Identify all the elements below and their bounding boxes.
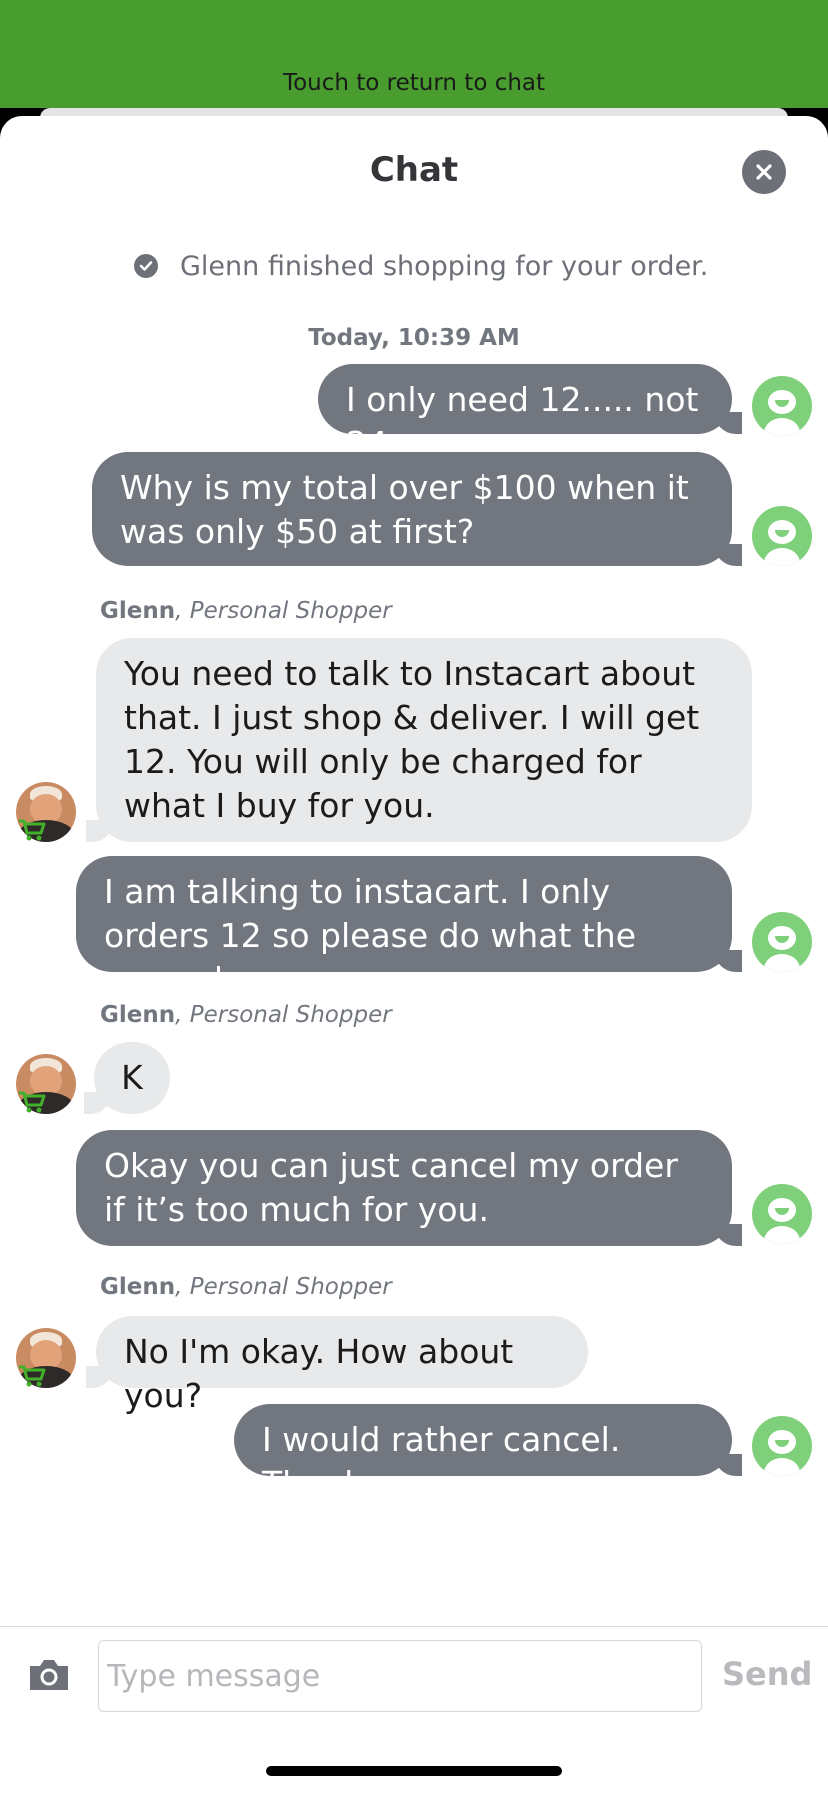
user-avatar (752, 506, 812, 566)
sender-role: , Personal Shopper (175, 1274, 392, 1300)
message-bubble-outgoing[interactable]: Why is my total over $100 when it was on… (92, 452, 742, 566)
cart-icon (19, 1365, 46, 1387)
message-bubble-outgoing[interactable]: I am talking to instacart. I only orders… (76, 856, 742, 999)
sender-name: Glenn (100, 1274, 176, 1300)
sender-role: , Personal Shopper (175, 1002, 392, 1028)
sender-role: , Personal Shopper (175, 598, 392, 624)
return-to-chat-banner[interactable]: Touch to return to chat (0, 0, 828, 108)
message-bubble-outgoing[interactable]: I only need 12..... not 24 (318, 364, 742, 463)
camera-icon[interactable] (26, 1657, 72, 1693)
message-bubble-outgoing[interactable]: I would rather cancel. Thanks (234, 1404, 742, 1503)
sender-label: Glenn, Personal Shopper (100, 598, 392, 624)
cart-icon (19, 819, 46, 841)
message-bubble-incoming[interactable]: You need to talk to Instacart about that… (86, 638, 752, 842)
message-bubble-incoming[interactable]: K (84, 1042, 170, 1114)
message-bubble-outgoing[interactable]: Okay you can just cancel my order if it’… (76, 1130, 742, 1246)
page-title: Chat (369, 150, 459, 190)
sender-label: Glenn, Personal Shopper (100, 1002, 392, 1028)
status-text: Glenn finished shopping for your order. (180, 250, 709, 282)
close-icon (756, 164, 772, 180)
close-button[interactable] (742, 150, 786, 194)
message-input[interactable] (98, 1640, 702, 1712)
message-bubble-incoming[interactable]: No I'm okay. How about you? (86, 1316, 588, 1415)
user-avatar (752, 1416, 812, 1476)
chat-sheet: Chat Glenn finished shopping for your or… (0, 116, 828, 1792)
sender-name: Glenn (100, 598, 176, 624)
user-avatar (752, 376, 812, 436)
shopping-status: Glenn finished shopping for your order. (134, 246, 708, 286)
user-avatar (752, 912, 812, 972)
user-avatar (752, 1184, 812, 1244)
sender-name: Glenn (100, 1002, 176, 1028)
sender-label: Glenn, Personal Shopper (100, 1274, 392, 1300)
send-button[interactable]: Send (722, 1655, 812, 1693)
cart-icon (19, 1091, 46, 1113)
home-indicator (266, 1766, 562, 1776)
message-timestamp: Today, 10:39 AM (308, 325, 520, 351)
check-circle-icon (134, 254, 158, 278)
return-to-chat-label: Touch to return to chat (282, 70, 546, 96)
